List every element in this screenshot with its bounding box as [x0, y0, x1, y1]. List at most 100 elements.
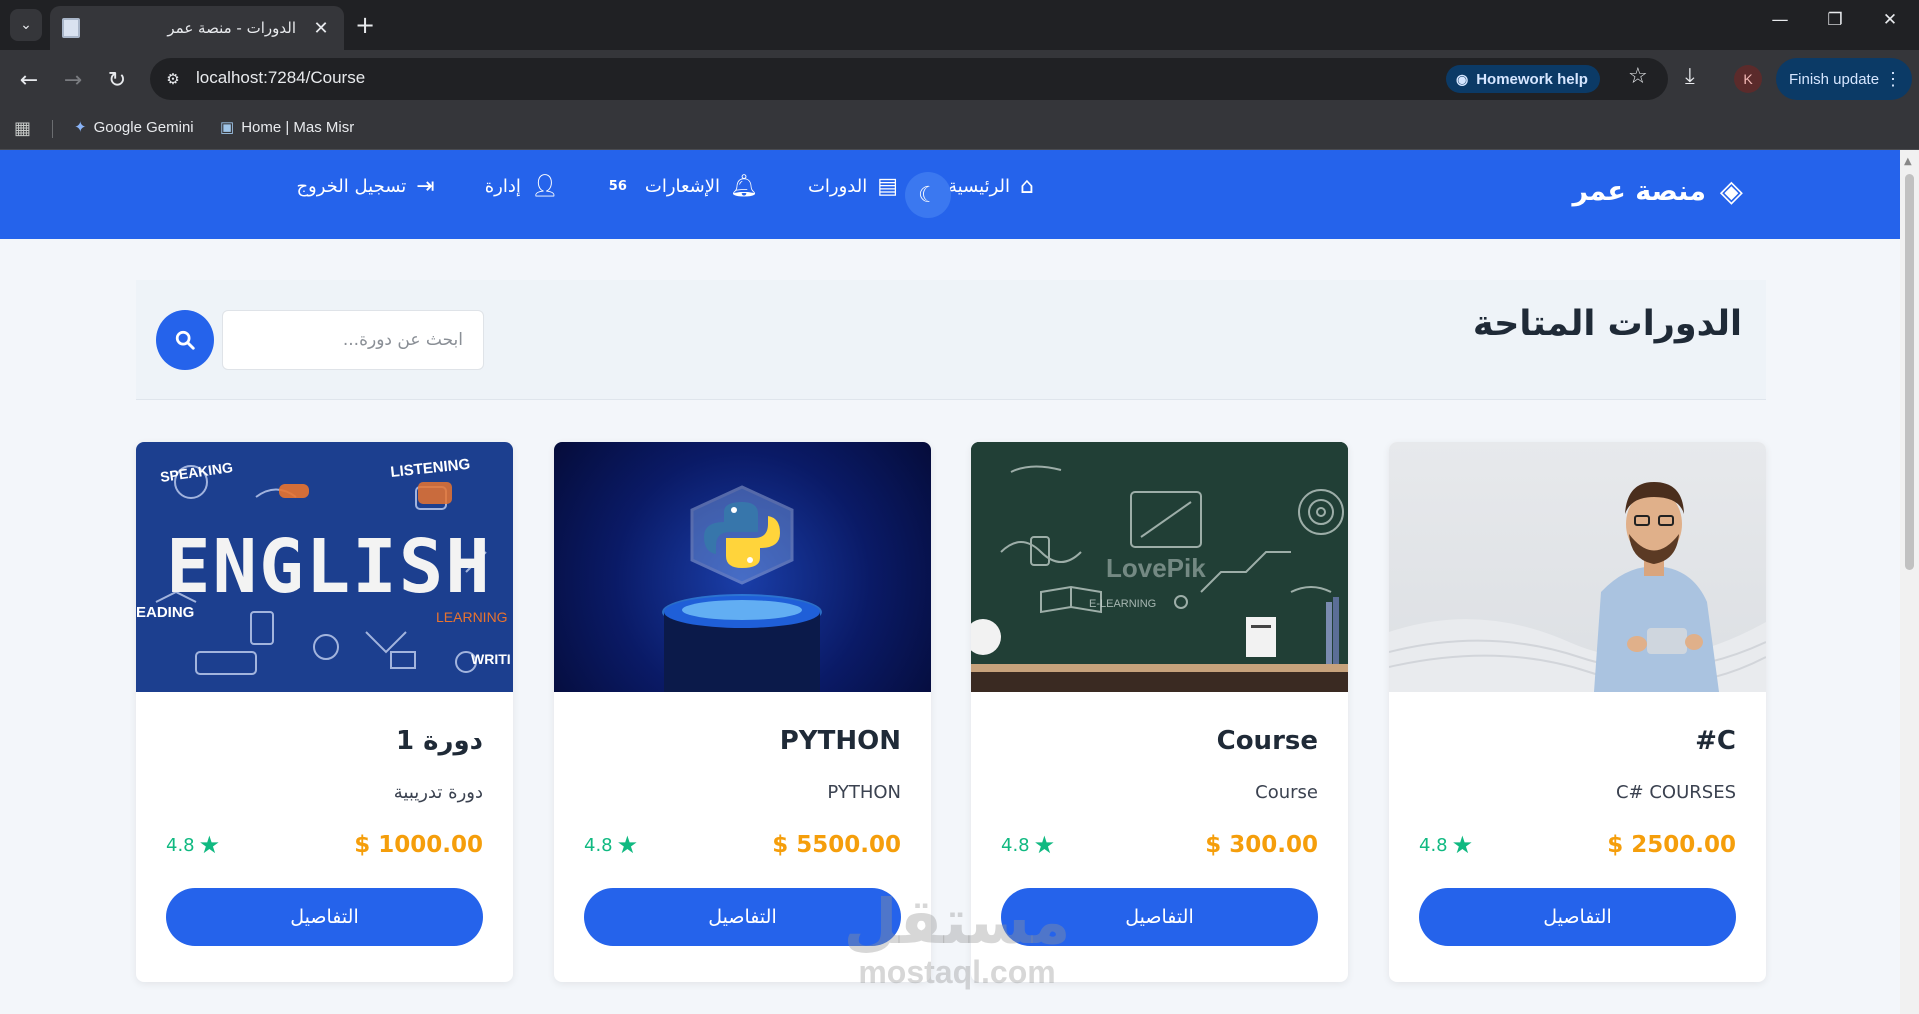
browser-tabstrip: ⌄ الدورات - منصة عمر ✕ + — ❐ ✕ [0, 0, 1919, 50]
english-word-text: ENGLISH [166, 524, 492, 610]
tab-search-chevron-icon[interactable]: ⌄ [10, 9, 42, 41]
back-arrow-icon[interactable]: ← [14, 65, 44, 95]
course-description: Course [1255, 782, 1318, 803]
course-title: PYTHON [779, 726, 901, 756]
profile-avatar[interactable]: K [1734, 65, 1762, 93]
new-tab-plus-icon[interactable]: + [355, 11, 375, 39]
reading-text: EADING [136, 604, 194, 621]
site-info-icon[interactable]: ⚙ [162, 68, 184, 90]
bookmark-label: Home | Mas Misr [241, 118, 355, 136]
course-card: LovePik E-LEARNING Course Course $ 300.0… [971, 442, 1348, 982]
nav-courses[interactable]: ▤ الدورات [808, 174, 898, 199]
nav-logout[interactable]: ⇥ تسجيل الخروج [296, 174, 434, 199]
tab-title: الدورات - منصة عمر [167, 19, 296, 37]
layers-logo-icon: ◈ [1719, 174, 1743, 209]
bookmark-star-icon[interactable]: ☆ [1628, 64, 1648, 89]
restore-icon[interactable]: ❐ [1815, 10, 1855, 30]
gemini-spark-icon: ✦ [74, 119, 87, 136]
nav-notifications-label: الإشعارات [644, 176, 721, 197]
reload-icon[interactable]: ↻ [102, 65, 132, 95]
course-price: $ 5500.00 [772, 832, 901, 858]
page-scrollbar[interactable]: ▲ [1900, 150, 1919, 1014]
bookmark-label: Google Gemini [93, 118, 194, 136]
nav-home[interactable]: ⌂ الرئيسية [948, 174, 1034, 199]
course-card: C# C# COURSES $ 2500.00 4.8 ★ التفاصيل [1389, 442, 1766, 982]
search-icon [175, 330, 195, 350]
course-image-english: SPEAKING LISTENING ENGLISH EADING LEARNI… [136, 442, 513, 692]
course-details-button[interactable]: التفاصيل [1419, 888, 1736, 946]
site-navbar: ◈ منصة عمر ⌂ الرئيسية ▤ الدورات 🔔︎ الإشع… [0, 150, 1900, 239]
page-title: الدورات المتاحة [1472, 304, 1742, 344]
more-menu-icon[interactable]: ⋮ [1884, 69, 1902, 90]
forward-arrow-icon[interactable]: → [58, 65, 88, 95]
rating-value: 4.8 [1001, 834, 1030, 856]
scroll-up-arrow-icon[interactable]: ▲ [1904, 156, 1912, 167]
course-price: $ 2500.00 [1607, 832, 1736, 858]
logout-icon: ⇥ [416, 174, 435, 199]
course-price: $ 300.00 [1205, 832, 1318, 858]
bookmark-google-gemini[interactable]: ✦ Google Gemini [74, 118, 194, 137]
book-icon: ▤ [877, 174, 899, 199]
rating-value: 4.8 [166, 834, 195, 856]
brand-name: منصة عمر [1572, 176, 1706, 207]
course-image-python [554, 442, 931, 692]
page-favicon-icon [62, 18, 80, 38]
lens-icon: ◉ [1456, 70, 1469, 87]
lovepik-watermark-text: LovePik [1106, 553, 1206, 583]
home-icon: ⌂ [1020, 174, 1034, 199]
dark-mode-toggle[interactable]: ☾ [905, 172, 951, 218]
scroll-thumb[interactable] [1905, 174, 1914, 570]
search-button[interactable] [156, 310, 214, 370]
nav-admin[interactable]: 👤︎ إدارة [485, 174, 559, 199]
course-details-button[interactable]: التفاصيل [1001, 888, 1318, 946]
nav-home-label: الرئيسية [948, 176, 1011, 197]
nav-admin-label: إدارة [484, 176, 521, 197]
course-description: C# COURSES [1615, 782, 1736, 803]
course-image-csharp [1389, 442, 1766, 692]
course-title: Course [1216, 726, 1318, 756]
course-card: SPEAKING LISTENING ENGLISH EADING LEARNI… [136, 442, 513, 982]
course-image-elearning: LovePik E-LEARNING [971, 442, 1348, 692]
bell-icon: 🔔︎ [730, 174, 758, 199]
homework-help-button[interactable]: ◉ Homework help [1446, 65, 1600, 93]
minimize-icon[interactable]: — [1760, 10, 1800, 30]
course-rating: 4.8 ★ [166, 831, 220, 859]
apps-grid-icon[interactable]: ▦ [14, 118, 31, 139]
course-rating: 4.8 ★ [1419, 831, 1473, 859]
nav-notifications[interactable]: 🔔︎ الإشعارات 56 [609, 174, 758, 199]
site-brand[interactable]: ◈ منصة عمر [1572, 174, 1743, 209]
bookmarks-bar: ▦ ✦ Google Gemini ▣ Home | Mas Misr [0, 108, 1919, 150]
course-details-button[interactable]: التفاصيل [584, 888, 901, 946]
mas-misr-logo-icon: ▣ [220, 119, 235, 136]
browser-tab[interactable]: الدورات - منصة عمر ✕ [50, 6, 344, 50]
writing-text: WRITI [471, 651, 511, 667]
course-price: $ 1000.00 [354, 832, 483, 858]
star-icon: ★ [1033, 831, 1056, 859]
moon-icon: ☾ [918, 182, 938, 208]
browser-toolbar: ← → ↻ ⚙ localhost:7284/Course ◉ Homework… [0, 50, 1919, 108]
course-search-input[interactable] [222, 310, 484, 370]
speaking-text: SPEAKING [159, 459, 234, 485]
course-description: PYTHON [827, 782, 901, 803]
learning-text: LEARNING [436, 609, 508, 625]
star-icon: ★ [616, 831, 639, 859]
nav-courses-label: الدورات [807, 176, 868, 197]
elearning-text: E-LEARNING [1089, 598, 1156, 610]
homework-help-label: Homework help [1476, 70, 1588, 88]
finish-update-label: Finish update [1789, 70, 1880, 88]
page-header: الدورات المتاحة [136, 280, 1766, 400]
address-bar[interactable]: ⚙ localhost:7284/Course ◉ Homework help … [150, 58, 1668, 100]
course-title: دورة 1 [396, 726, 483, 756]
bookmarks-divider [52, 120, 53, 138]
rating-value: 4.8 [584, 834, 613, 856]
course-details-button[interactable]: التفاصيل [166, 888, 483, 946]
finish-update-button[interactable]: Finish update ⋮ [1776, 58, 1912, 100]
url-text[interactable]: localhost:7284/Course [196, 68, 365, 88]
course-description: دورة تدريبية [393, 782, 483, 803]
download-icon[interactable]: ⤓ [1685, 64, 1695, 89]
window-close-icon[interactable]: ✕ [1870, 10, 1910, 30]
bookmark-mas-misr[interactable]: ▣ Home | Mas Misr [220, 118, 355, 137]
tab-close-icon[interactable]: ✕ [310, 18, 332, 39]
notifications-count-badge: 56 [608, 179, 627, 194]
course-grid: C# C# COURSES $ 2500.00 4.8 ★ التفاصيل L… [136, 442, 1766, 982]
